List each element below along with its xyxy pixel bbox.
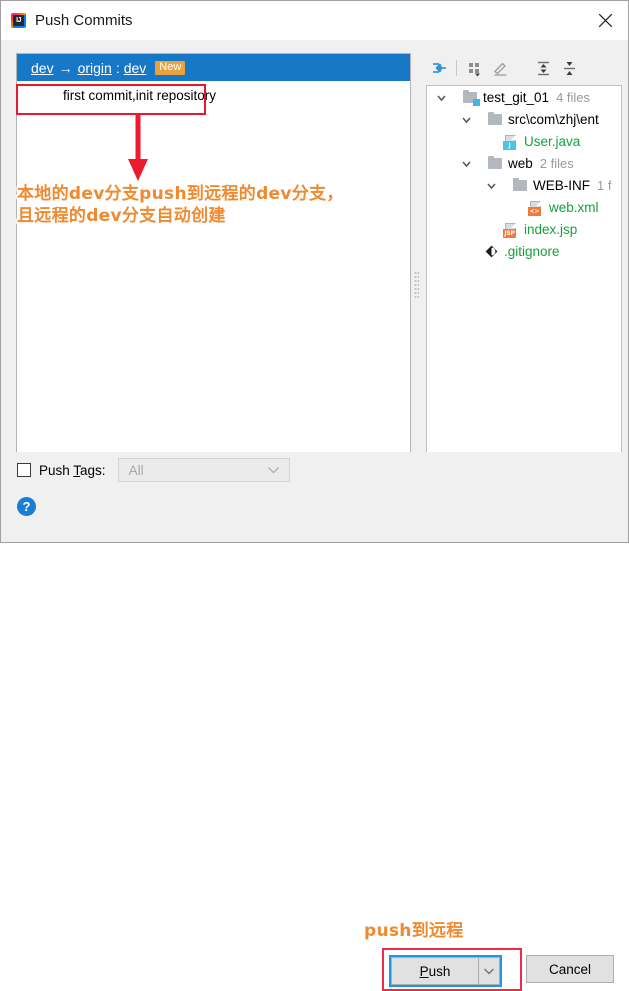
new-branch-badge: New: [155, 60, 186, 75]
tree-node-count: 2 files: [539, 155, 574, 171]
push-dropdown-button[interactable]: [478, 957, 500, 985]
push-button-mnemonic: P: [419, 963, 429, 979]
local-branch-label: dev: [31, 59, 54, 76]
folder-icon: [487, 155, 504, 172]
remote-name-label[interactable]: origin: [78, 60, 112, 76]
push-tags-row: Push Tags: All: [17, 458, 290, 482]
group-by-icon[interactable]: [461, 56, 487, 80]
tree-row[interactable]: WEB-INF 1 f: [427, 174, 621, 196]
dialog-content: dev → origin : dev New first commit,init…: [1, 40, 628, 493]
dialog-footer: Push Tags: All ? push到远程 Push Cancel: [1, 452, 628, 991]
push-tags-label: Push Tags:: [39, 463, 106, 478]
push-button-post: ush: [428, 963, 451, 979]
splitter-grip-icon: [414, 271, 419, 299]
tree-node-label: test_git_01: [483, 89, 550, 105]
tree-row[interactable]: test_git_01 4 files: [427, 86, 621, 108]
title-bar: IJ Push Commits: [1, 1, 628, 40]
git-file-icon: [483, 243, 500, 260]
push-commits-dialog: IJ Push Commits dev → origin : dev New f…: [0, 0, 629, 991]
tree-row[interactable]: <> web.xml: [427, 196, 621, 218]
tree-node-label: User.java: [524, 133, 581, 149]
commits-list-panel: dev → origin : dev New first commit,init…: [16, 53, 411, 493]
folder-icon: [512, 177, 529, 194]
expand-all-icon[interactable]: [530, 56, 556, 80]
remote-branch-label[interactable]: dev: [124, 60, 147, 76]
commit-message-row[interactable]: first commit,init repository: [17, 81, 410, 103]
collapse-diff-icon[interactable]: [426, 56, 452, 80]
chevron-down-icon[interactable]: [433, 89, 450, 106]
tree-row[interactable]: J User.java: [427, 130, 621, 152]
tree-node-label: web: [508, 155, 533, 171]
window-title: Push Commits: [35, 12, 133, 29]
branch-push-spec-row[interactable]: dev → origin : dev New: [17, 54, 410, 81]
push-tags-dropdown[interactable]: All: [117, 458, 290, 482]
chevron-down-icon[interactable]: [458, 111, 475, 128]
edit-icon[interactable]: [487, 56, 513, 80]
tree-row[interactable]: .gitignore: [427, 240, 621, 262]
push-tags-label-pre: Push: [39, 462, 74, 478]
tree-row[interactable]: web 2 files: [427, 152, 621, 174]
tree-toolbar: [422, 53, 622, 83]
help-icon[interactable]: ?: [17, 497, 36, 516]
file-tree-viewport: test_git_01 4 files src\com\zhj\ent J Us…: [427, 86, 621, 478]
toolbar-divider: [456, 60, 457, 76]
arrow-right-icon: →: [58, 59, 73, 76]
xml-file-icon: <>: [528, 199, 545, 216]
changed-files-panel: test_git_01 4 files src\com\zhj\ent J Us…: [422, 53, 622, 493]
tree-node-label: index.jsp: [524, 221, 578, 237]
push-tags-value: All: [128, 462, 144, 478]
push-tags-checkbox[interactable]: [17, 463, 31, 477]
file-tree[interactable]: test_git_01 4 files src\com\zhj\ent J Us…: [426, 85, 622, 493]
tree-node-count: 1 f: [597, 177, 612, 193]
tree-node-label: .gitignore: [504, 243, 560, 259]
branch-separator: :: [115, 59, 120, 76]
push-tags-label-post: ags:: [80, 462, 106, 478]
folder-icon: [487, 111, 504, 128]
panel-splitter[interactable]: [411, 53, 422, 493]
chevron-down-icon[interactable]: [458, 155, 475, 172]
tree-node-count: 4 files: [556, 89, 591, 105]
chevron-down-icon[interactable]: [483, 177, 500, 194]
chevron-down-icon: [267, 463, 280, 478]
tree-node-label: web.xml: [549, 199, 599, 215]
intellij-idea-icon: IJ: [10, 12, 27, 29]
tree-node-label: WEB-INF: [533, 177, 590, 193]
cancel-button[interactable]: Cancel: [526, 955, 614, 983]
folder-module-icon: [462, 89, 480, 106]
push-split-button: Push: [389, 955, 502, 987]
java-file-icon: J: [503, 133, 520, 150]
close-icon[interactable]: [582, 1, 628, 39]
annotation-push-remote: push到远程: [364, 921, 464, 941]
push-button[interactable]: Push: [391, 957, 478, 985]
jsp-file-icon: JSP: [503, 221, 520, 238]
collapse-all-icon[interactable]: [556, 56, 582, 80]
tree-row[interactable]: src\com\zhj\ent: [427, 108, 621, 130]
tree-row[interactable]: JSP index.jsp: [427, 218, 621, 240]
tree-node-label: src\com\zhj\ent: [508, 111, 599, 127]
